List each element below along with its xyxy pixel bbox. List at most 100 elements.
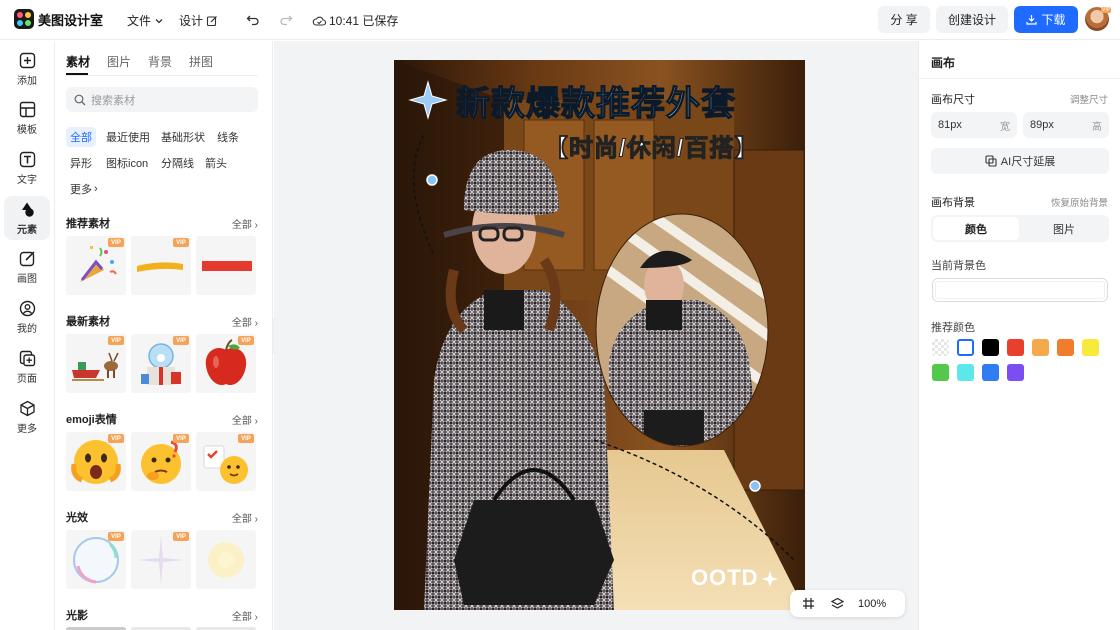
tab-backgrounds[interactable]: 背景 — [148, 53, 172, 70]
vip-badge: VIP — [238, 434, 254, 443]
layers-icon[interactable] — [831, 597, 844, 610]
chip-arrows[interactable]: 箭头 — [201, 153, 231, 173]
download-label: 下载 — [1041, 13, 1066, 27]
nav-draw-label: 画图 — [17, 273, 37, 285]
section-all-light-effects[interactable]: 全部 › — [232, 510, 258, 525]
poster-subtitle[interactable]: 【时尚/休闲/百搭】 — [543, 128, 759, 163]
elements-panel: 素材 图片 背景 拼图 搜索素材 全部 最近使用 基础形状 线条 异形 图标ic… — [56, 41, 273, 630]
adjust-size-link[interactable]: 调整尺寸 — [1070, 92, 1108, 106]
chevron-down-icon — [155, 18, 163, 23]
chip-icons[interactable]: 图标icon — [102, 153, 152, 173]
section-all-label: 全部 — [231, 416, 252, 427]
nav-template-label: 模板 — [17, 124, 37, 136]
section-all-latest[interactable]: 全部 › — [232, 314, 258, 329]
current-bg-color-swatch[interactable] — [932, 278, 1108, 302]
design-artboard[interactable]: 新款爆款推荐外套 【时尚/休闲/百搭】 OOTD — [394, 60, 805, 610]
tab-materials[interactable]: 素材 — [66, 53, 90, 70]
nav-template[interactable]: 模板 — [4, 96, 50, 140]
glow-icon — [208, 542, 244, 578]
color-swatch-cyan[interactable] — [957, 364, 974, 381]
tab-images[interactable]: 图片 — [107, 53, 131, 70]
nav-elements[interactable]: 元素 — [4, 196, 50, 240]
chip-basic-shapes[interactable]: 基础形状 — [157, 127, 209, 147]
active-tab-indicator — [66, 73, 88, 75]
material-thumb[interactable]: VIP — [196, 334, 256, 393]
chip-dividers[interactable]: 分隔线 — [157, 153, 198, 173]
chip-irregular[interactable]: 异形 — [66, 153, 96, 173]
color-swatch-transparent[interactable] — [932, 339, 949, 356]
canvas-size-label: 画布尺寸 — [931, 94, 975, 106]
cube-icon — [19, 400, 35, 416]
nav-draw[interactable]: 画图 — [4, 245, 50, 289]
section-all-label: 全部 — [231, 514, 252, 525]
edit-icon — [206, 15, 217, 26]
chip-all[interactable]: 全部 — [66, 127, 96, 147]
section-all-emoji[interactable]: 全部 › — [232, 412, 258, 427]
poster-title[interactable]: 新款爆款推荐外套 — [455, 76, 736, 125]
section-all-recommended[interactable]: 全部 › — [232, 216, 258, 231]
material-thumb[interactable]: VIP — [66, 334, 126, 393]
nav-page[interactable]: 页面 — [4, 345, 50, 389]
properties-panel: 画布 画布尺寸 调整尺寸 81px 宽 89px 高 AI尺寸延展 画布背景 恢… — [918, 41, 1120, 630]
poster-footer-text[interactable]: OOTD — [691, 565, 759, 591]
material-thumb[interactable]: VIP — [196, 432, 256, 491]
download-icon — [1026, 15, 1038, 25]
color-swatch-light-orange[interactable] — [1032, 339, 1049, 356]
color-swatch-white[interactable] — [957, 339, 974, 356]
nav-text-label: 文字 — [17, 174, 37, 186]
material-thumb[interactable] — [196, 236, 256, 295]
nav-add[interactable]: 添加 — [4, 47, 50, 91]
material-thumb[interactable]: VIP — [131, 236, 191, 295]
chip-lines[interactable]: 线条 — [213, 127, 243, 147]
search-icon — [74, 94, 86, 105]
material-thumb[interactable]: VIP — [131, 432, 191, 491]
color-swatch-black[interactable] — [982, 339, 999, 356]
height-field[interactable]: 89px 高 — [1023, 112, 1109, 138]
nav-more[interactable]: 更多 — [4, 395, 50, 439]
design-menu[interactable]: 设计 — [179, 12, 218, 29]
color-swatch-purple[interactable] — [1007, 364, 1024, 381]
color-swatch-red[interactable] — [1007, 339, 1024, 356]
draw-icon — [19, 250, 35, 266]
material-thumb[interactable]: VIP — [66, 530, 126, 589]
width-field[interactable]: 81px 宽 — [931, 112, 1017, 138]
bg-tab-image[interactable]: 图片 — [1021, 217, 1107, 240]
nav-mine[interactable]: 我的 — [4, 295, 50, 339]
material-thumb[interactable]: VIP — [66, 236, 126, 295]
user-icon — [19, 300, 35, 316]
nav-text[interactable]: 文字 — [4, 146, 50, 190]
ai-extend-button[interactable]: AI尺寸延展 — [931, 148, 1109, 174]
create-design-button[interactable]: 创建设计 — [936, 6, 1008, 33]
section-title-emoji: emoji表情 — [66, 414, 117, 426]
material-thumb[interactable]: VIP — [131, 334, 191, 393]
undo-icon[interactable] — [246, 13, 260, 27]
color-swatch-orange[interactable] — [1057, 339, 1074, 356]
redo-icon[interactable] — [279, 13, 293, 27]
material-thumb[interactable]: VIP — [131, 530, 191, 589]
zoom-level[interactable]: 100% — [858, 598, 886, 610]
bg-type-toggle: 颜色 图片 — [931, 215, 1109, 242]
nav-elements-label: 元素 — [17, 224, 37, 236]
restore-bg-link[interactable]: 恢复原始背景 — [1051, 195, 1108, 209]
section-all-light-shadow[interactable]: 全部 › — [232, 608, 258, 623]
file-menu[interactable]: 文件 — [127, 12, 164, 29]
material-thumb[interactable] — [196, 530, 256, 589]
app-logo[interactable]: 美图设计室 — [14, 9, 103, 29]
search-input[interactable]: 搜索素材 — [66, 87, 258, 112]
color-swatch-blue[interactable] — [982, 364, 999, 381]
chip-recent[interactable]: 最近使用 — [102, 127, 154, 147]
vip-badge: VIP — [173, 238, 189, 247]
share-button[interactable]: 分 享 — [878, 6, 930, 33]
chip-more-label: 更多 — [70, 184, 92, 196]
ai-resize-icon — [985, 155, 997, 167]
template-icon — [19, 101, 35, 117]
bg-tab-color[interactable]: 颜色 — [933, 217, 1019, 240]
canvas-workspace[interactable]: 新款爆款推荐外套 【时尚/休闲/百搭】 OOTD — [274, 41, 918, 630]
color-swatch-yellow[interactable] — [1082, 339, 1099, 356]
color-swatch-green[interactable] — [932, 364, 949, 381]
tab-collage[interactable]: 拼图 — [189, 53, 213, 70]
download-button[interactable]: 下载 — [1014, 6, 1078, 33]
chip-more[interactable]: 更多 › — [66, 179, 102, 199]
material-thumb[interactable]: VIP — [66, 432, 126, 491]
grid-icon[interactable] — [802, 597, 815, 610]
